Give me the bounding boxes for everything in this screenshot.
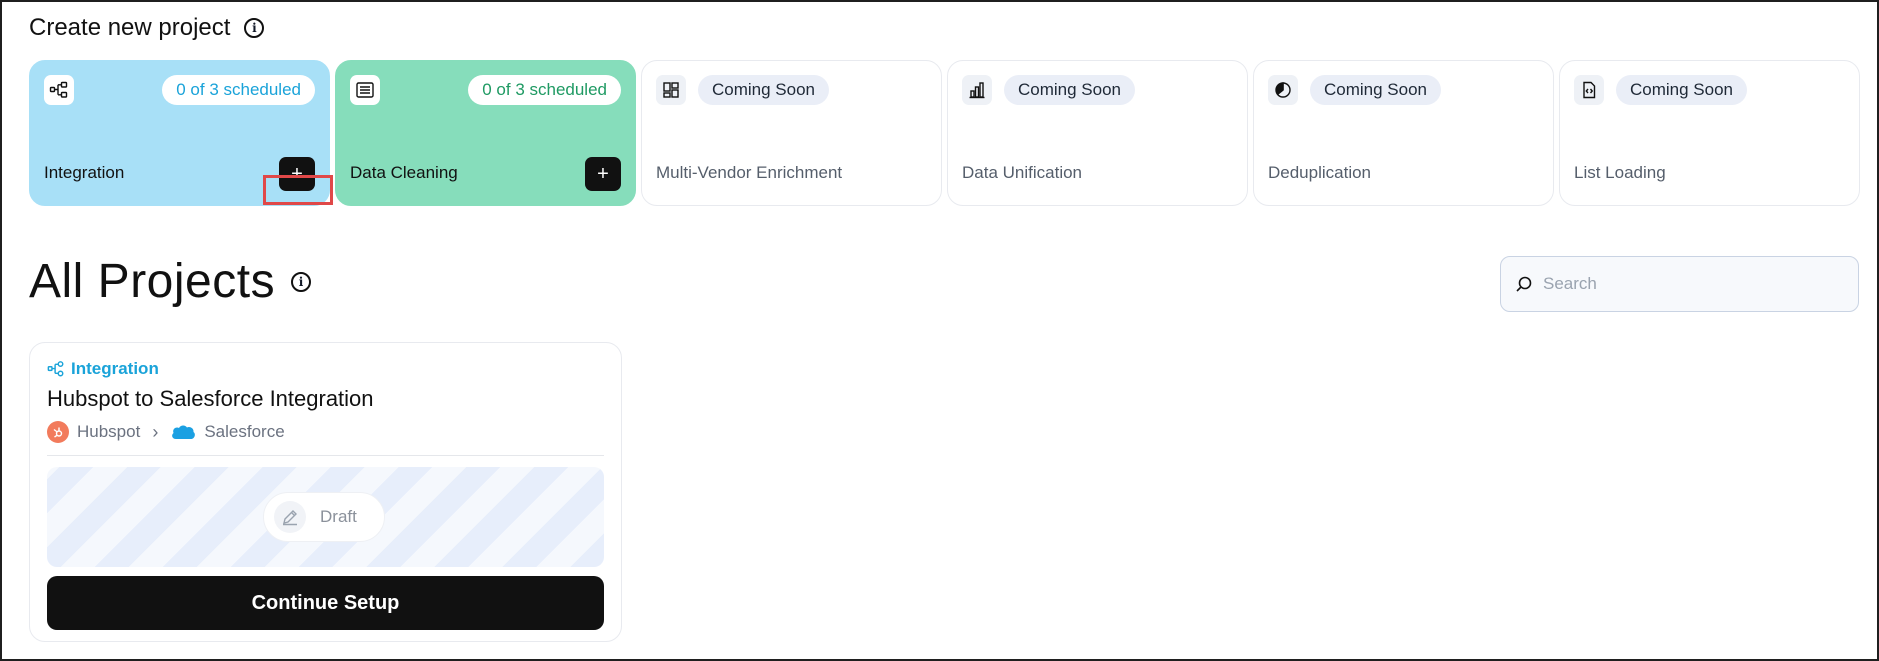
salesforce-icon (172, 425, 196, 439)
search-input[interactable] (1543, 274, 1843, 294)
project-title: Hubspot to Salesforce Integration (47, 386, 374, 411)
project-connection-path: Hubspot › Salesforce (47, 421, 285, 443)
card-label: Data Cleaning (350, 163, 458, 182)
search-box[interactable] (1500, 256, 1859, 312)
destination-name: Salesforce (204, 422, 285, 441)
project-card: Integration Hubspot to Salesforce Integr… (29, 342, 622, 642)
grid-icon (656, 75, 686, 105)
all-projects-header: All Projects i (29, 254, 312, 309)
highlight-box (263, 175, 333, 205)
all-projects-title: All Projects (29, 255, 276, 308)
coming-soon-badge: Coming Soon (1004, 75, 1136, 105)
card-label: Data Unification (962, 163, 1083, 182)
scheduled-badge: 0 of 3 scheduled (468, 75, 621, 105)
card-label: Multi-Vendor Enrichment (656, 163, 843, 182)
card-label: Integration (44, 163, 125, 182)
hubspot-icon (47, 421, 69, 443)
continue-setup-button[interactable]: Continue Setup (47, 576, 604, 630)
draft-status-area: Draft (47, 467, 604, 567)
divider (47, 455, 604, 456)
create-project-header: Create new project i (29, 14, 265, 42)
pie-chart-icon (1268, 75, 1298, 105)
pencil-icon (274, 501, 306, 533)
create-project-title: Create new project (29, 14, 231, 41)
card-data-cleaning[interactable]: 0 of 3 scheduled Data Cleaning + (335, 60, 636, 206)
card-deduplication: Coming Soon Deduplication (1253, 60, 1554, 206)
coming-soon-badge: Coming Soon (1310, 75, 1442, 105)
info-icon[interactable]: i (244, 18, 265, 38)
scheduled-badge: 0 of 3 scheduled (162, 75, 315, 105)
integration-icon (44, 75, 74, 105)
search-icon (1516, 276, 1532, 292)
coming-soon-badge: Coming Soon (698, 75, 830, 105)
card-label: List Loading (1574, 163, 1666, 182)
source-name: Hubspot (77, 422, 141, 441)
chevron-right-icon: › (152, 421, 159, 442)
project-type-label: Integration (71, 359, 159, 378)
project-type: Integration (47, 359, 159, 379)
list-icon (350, 75, 380, 105)
draft-label: Draft (320, 507, 357, 526)
card-label: Deduplication (1268, 163, 1372, 182)
bar-chart-icon (962, 75, 992, 105)
code-file-icon (1574, 75, 1604, 105)
coming-soon-badge: Coming Soon (1616, 75, 1748, 105)
add-data-cleaning-button[interactable]: + (585, 157, 621, 191)
card-multi-vendor-enrichment: Coming Soon Multi-Vendor Enrichment (641, 60, 942, 206)
draft-badge: Draft (263, 492, 385, 542)
info-icon[interactable]: i (291, 271, 312, 292)
card-list-loading: Coming Soon List Loading (1559, 60, 1860, 206)
card-data-unification: Coming Soon Data Unification (947, 60, 1248, 206)
integration-icon (47, 361, 64, 377)
